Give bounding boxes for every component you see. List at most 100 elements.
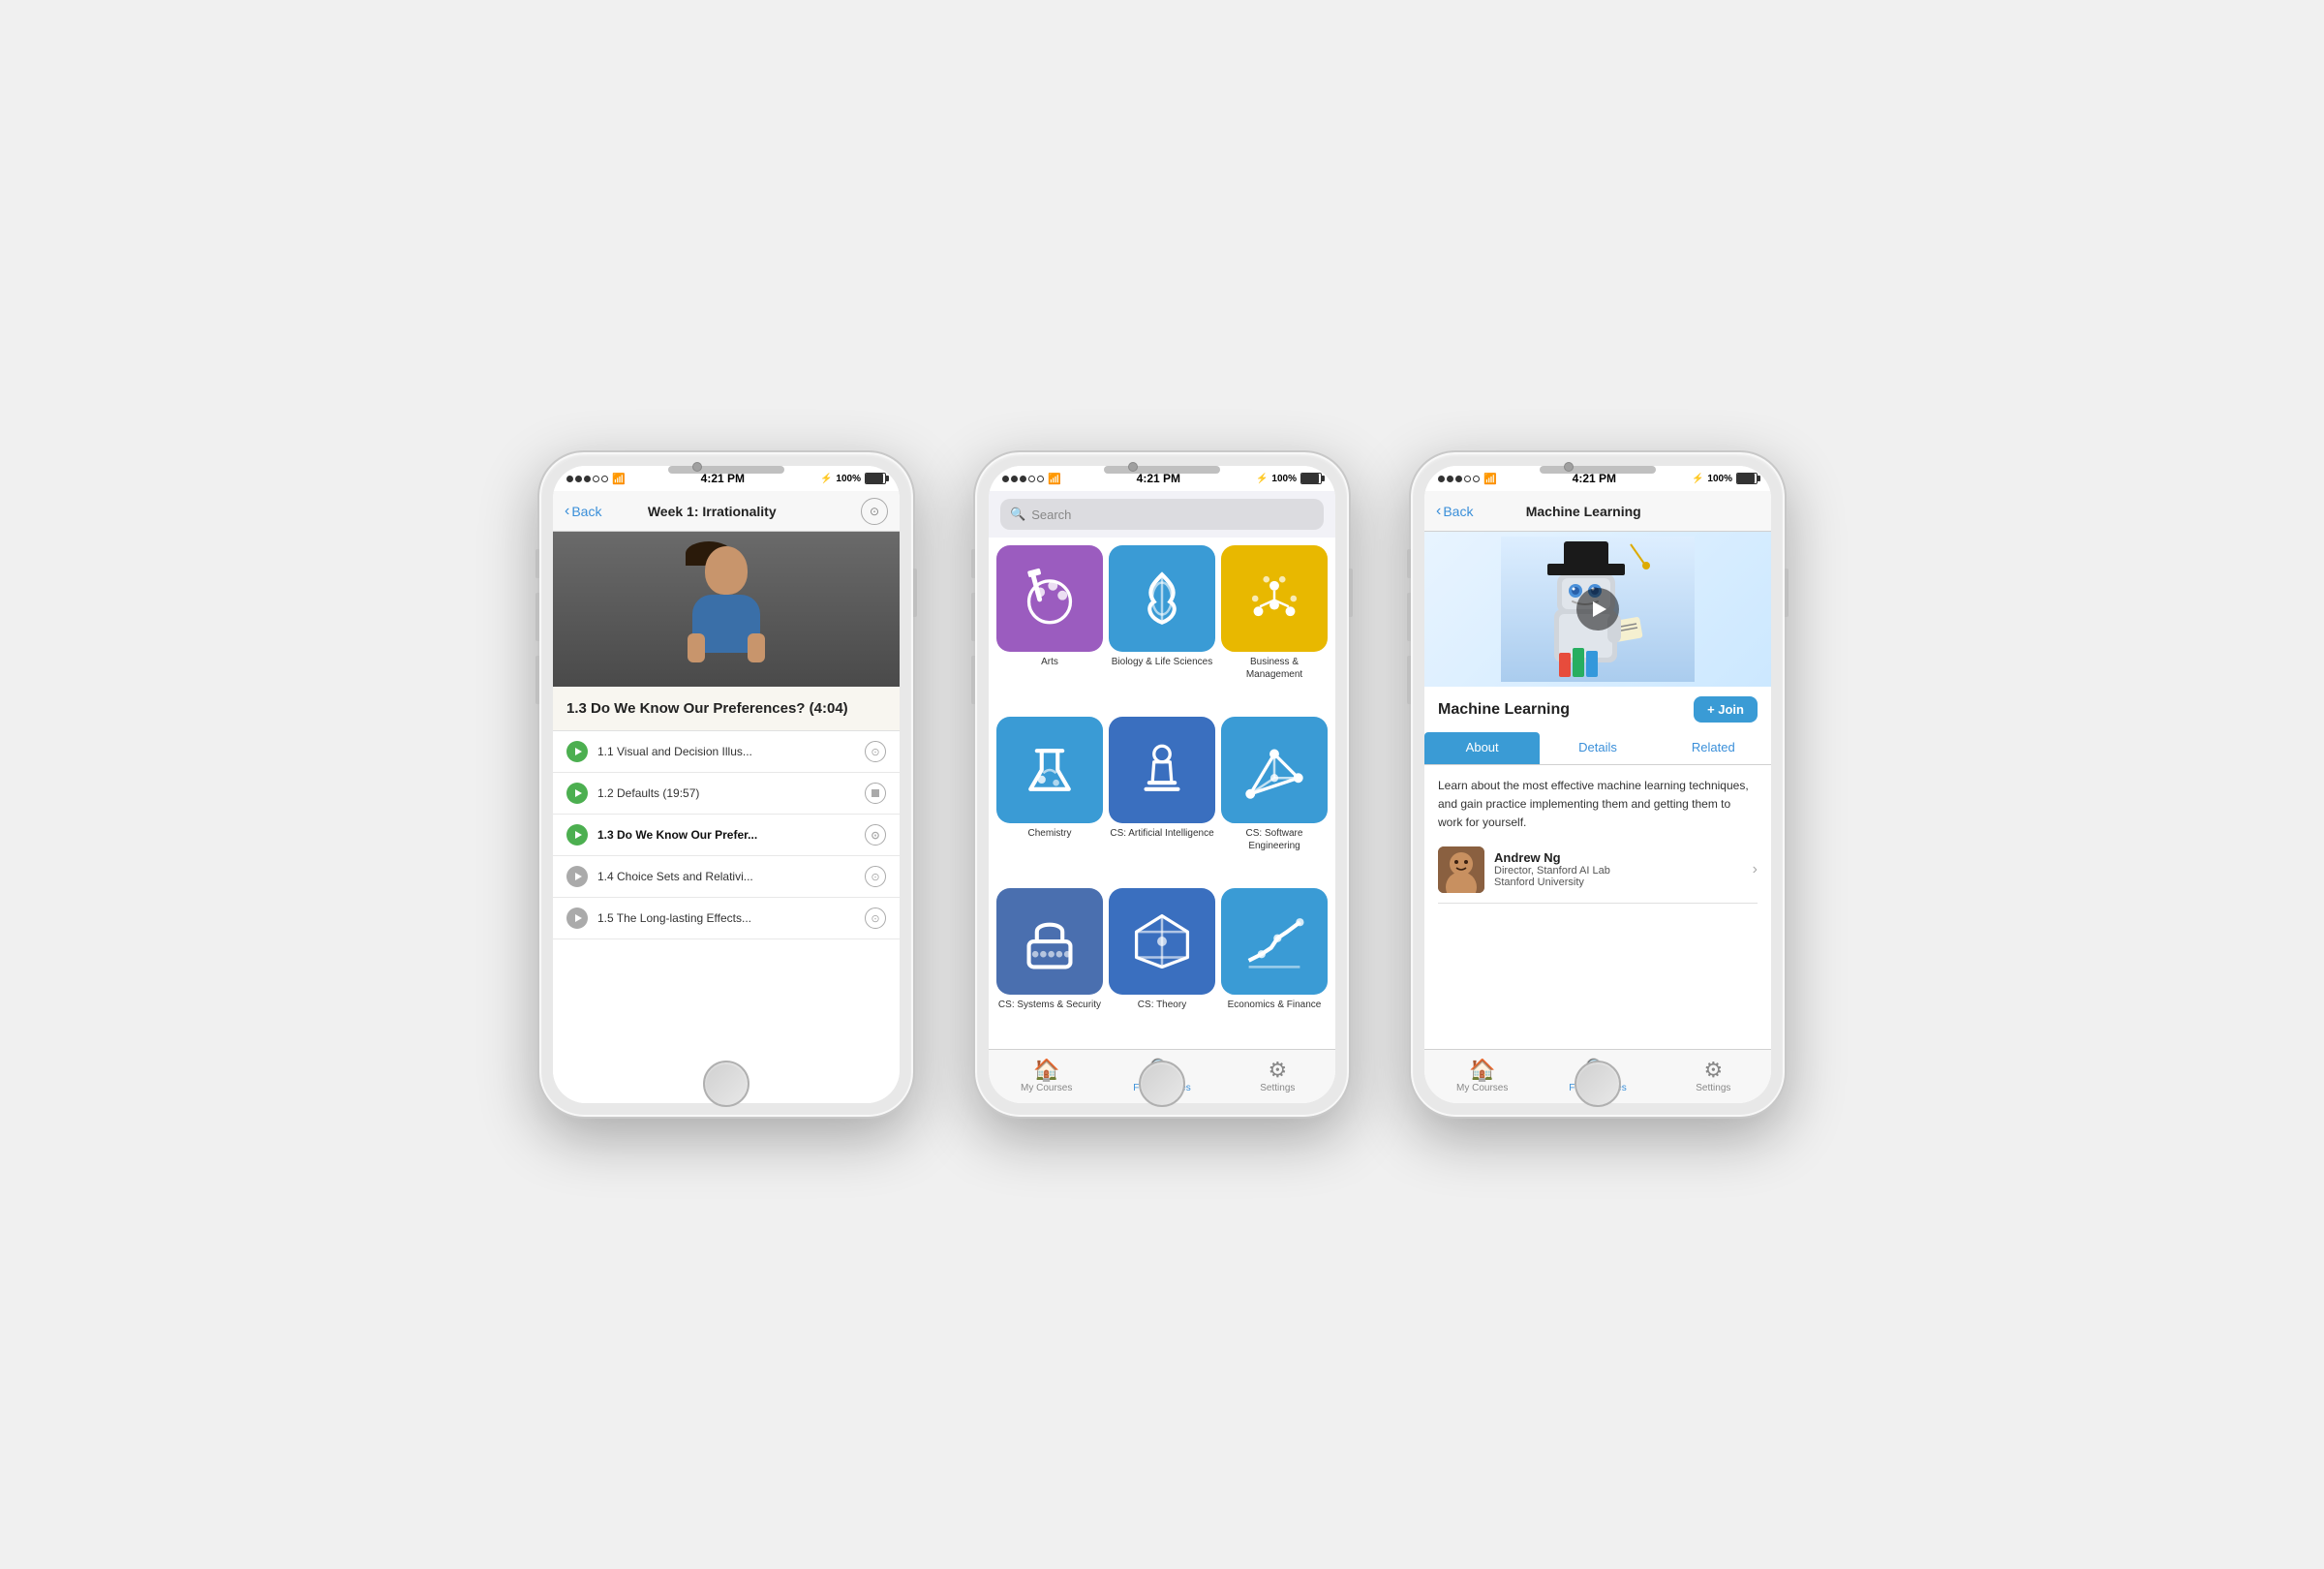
phone-2: 📶 4:21 PM ⚡ 100% 🔍 Search [973,450,1351,1119]
category-business-label: Business & Management [1221,656,1328,681]
search-bar[interactable]: 🔍 Search [1000,499,1324,530]
nav-action-1[interactable]: ⊙ [861,498,888,525]
play-btn-4[interactable] [566,866,588,887]
play-btn-1[interactable] [566,741,588,762]
category-bio-icon-box [1109,545,1215,652]
lesson-item-2[interactable]: 1.2 Defaults (19:57) [553,773,900,815]
download-btn-5[interactable]: ⊙ [865,908,886,929]
instructor-name-3: Andrew Ng [1494,850,1743,865]
side-btn-right-1 [913,569,917,617]
instructor-avatar-3 [1438,846,1484,893]
category-business[interactable]: Business & Management [1221,545,1328,711]
dot2-2 [1011,476,1018,482]
home-button-3[interactable] [1575,1061,1621,1107]
category-arts-label: Arts [1041,656,1058,668]
course-detail-header-3: Machine Learning + Join [1424,687,1771,732]
tab-settings-3[interactable]: ⚙ Settings [1656,1060,1771,1093]
home-button-2[interactable] [1139,1061,1185,1107]
category-bio[interactable]: Biology & Life Sciences [1109,545,1215,711]
camera-3 [1564,462,1574,472]
play-btn-5[interactable] [566,908,588,929]
lesson-item-5[interactable]: 1.5 The Long-lasting Effects... ⊙ [553,898,900,939]
category-econ-label: Economics & Finance [1228,999,1322,1011]
video-thumbnail-1[interactable] [553,532,900,687]
category-csai[interactable]: CS: Artificial Intelligence [1109,717,1215,882]
tab-about-3[interactable]: About [1424,732,1540,764]
person-head [705,546,748,595]
detail-content-3: Learn about the most effective machine l… [1424,765,1771,1049]
category-econ[interactable]: Economics & Finance [1221,888,1328,1041]
play-icon-4 [575,873,582,880]
category-csai-icon-box [1109,717,1215,823]
csse-icon [1242,738,1306,802]
bt-icon-1: ⚡ [820,474,832,484]
econ-icon [1242,909,1306,973]
lesson-item-3[interactable]: 1.3 Do We Know Our Prefer... ⊙ [553,815,900,856]
status-left-1: 📶 [566,473,626,485]
side-btn-left-32 [1407,593,1411,641]
dot3-5 [1473,476,1480,482]
join-button-3[interactable]: + Join [1694,696,1758,723]
category-csth[interactable]: CS: Theory [1109,888,1215,1041]
category-cssys-label: CS: Systems & Security [998,999,1101,1011]
bio-icon [1130,567,1194,631]
category-bio-label: Biology & Life Sciences [1112,656,1213,668]
tab-my-courses-3[interactable]: 🏠 My Courses [1424,1060,1540,1093]
stop-btn-2[interactable] [865,783,886,804]
lesson-label-1: 1.1 Visual and Decision Illus... [597,745,855,758]
play-btn-3[interactable] [566,824,588,846]
lesson-label-2: 1.2 Defaults (19:57) [597,786,855,800]
lesson-item-1[interactable]: 1.1 Visual and Decision Illus... ⊙ [553,731,900,773]
category-csse-icon-box [1221,717,1328,823]
tab-details-3[interactable]: Details [1540,732,1655,764]
search-container: 🔍 Search [989,491,1335,538]
settings-label-3: Settings [1696,1083,1730,1093]
lesson-list-1: 1.1 Visual and Decision Illus... ⊙ 1.2 D… [553,731,900,1103]
wifi-icon-2: 📶 [1048,473,1061,485]
my-courses-icon-3: 🏠 [1469,1060,1495,1081]
wifi-icon-1: 📶 [612,473,626,485]
camera-2 [1128,462,1138,472]
csth-icon [1130,909,1194,973]
category-chem-icon-box [996,717,1103,823]
status-left-3: 📶 [1438,473,1497,485]
person-figure [688,546,765,672]
play-btn-2[interactable] [566,783,588,804]
category-chem[interactable]: Chemistry [996,717,1103,882]
csai-icon [1130,738,1194,802]
tab-related-3[interactable]: Related [1656,732,1771,764]
play-overlay-3[interactable] [1576,588,1619,631]
status-time-1: 4:21 PM [701,472,745,485]
battery-label-1: 100% [836,474,861,484]
lesson-item-4[interactable]: 1.4 Choice Sets and Relativi... ⊙ [553,856,900,898]
chem-icon [1018,738,1082,802]
nav-title-3: Machine Learning [1434,504,1732,519]
instructor-org-3: Stanford University [1494,877,1743,888]
dot2-3 [1020,476,1026,482]
side-btn-left-2 [535,593,539,641]
search-placeholder: Search [1031,508,1071,522]
instructor-card-3[interactable]: Andrew Ng Director, Stanford AI Lab Stan… [1438,846,1758,904]
detail-tabs-3: About Details Related [1424,732,1771,765]
category-cssys[interactable]: CS: Systems & Security [996,888,1103,1041]
dot3-2 [1447,476,1453,482]
download-btn-4[interactable]: ⊙ [865,866,886,887]
settings-icon-3: ⚙ [1703,1060,1723,1081]
course-title-3: Machine Learning [1438,701,1570,719]
status-time-2: 4:21 PM [1137,472,1180,485]
signal-dots-2 [1002,476,1044,482]
tab-my-courses-2[interactable]: 🏠 My Courses [989,1060,1104,1093]
hero-image-3 [1424,532,1771,687]
tab-settings-2[interactable]: ⚙ Settings [1220,1060,1335,1093]
side-btn-left-21 [971,549,975,578]
speaker-2 [1152,466,1210,474]
download-btn-3[interactable]: ⊙ [865,824,886,846]
dot-3 [584,476,591,482]
home-button-1[interactable] [703,1061,749,1107]
battery-icon-1 [865,473,886,484]
battery-fill-3 [1737,474,1755,483]
category-csse[interactable]: CS: Software Engineering [1221,717,1328,882]
phones-container: 📶 4:21 PM ⚡ 100% ‹ Back Week 1: Irration… [537,450,1787,1119]
category-arts[interactable]: Arts [996,545,1103,711]
download-btn-1[interactable]: ⊙ [865,741,886,762]
